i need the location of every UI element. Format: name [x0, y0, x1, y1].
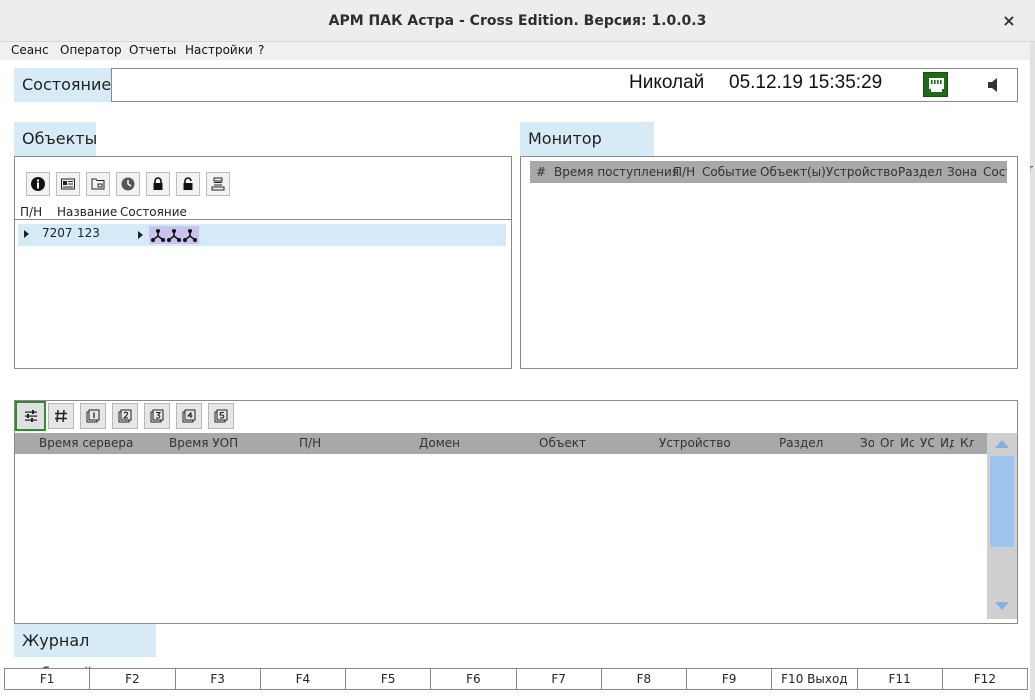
scroll-thumb[interactable] — [990, 456, 1014, 547]
f6-button[interactable]: F6 — [431, 669, 517, 689]
alarm-col-time[interactable]: Время поступления — [554, 165, 679, 179]
journal-page-1-button[interactable] — [80, 403, 106, 429]
unlock-button[interactable] — [176, 172, 200, 196]
lock-button[interactable] — [146, 172, 170, 196]
report-button[interactable] — [206, 172, 230, 196]
journal-col-object[interactable]: Объект — [539, 436, 586, 450]
object-pn: 7207 — [42, 226, 73, 240]
close-button[interactable]: × — [997, 8, 1021, 34]
page-2-icon — [118, 409, 132, 423]
journal-col-zone[interactable]: Зо — [860, 436, 874, 450]
journal-col-domain[interactable]: Домен — [419, 436, 460, 450]
f8-button[interactable]: F8 — [602, 669, 687, 689]
network-icon[interactable] — [923, 72, 948, 97]
card-button[interactable] — [56, 172, 80, 196]
current-datetime: 05.12.19 15:35:29 — [729, 72, 883, 93]
journal-col-is[interactable]: Ис — [900, 436, 914, 450]
journal-settings-button[interactable] — [15, 401, 46, 431]
objects-col-state[interactable]: Состояние — [120, 205, 187, 219]
f1-button[interactable]: F1 — [5, 669, 91, 689]
journal-page-4-button[interactable] — [176, 403, 202, 429]
f5-button[interactable]: F5 — [346, 669, 432, 689]
journal-page-2-button[interactable] — [112, 403, 138, 429]
menu-help[interactable]: ? — [258, 42, 264, 58]
info-icon — [31, 177, 45, 191]
menu-operator[interactable]: Оператор — [60, 42, 122, 58]
window-title: АРМ ПАК Астра - Cross Edition. Версия: 1… — [328, 13, 707, 29]
journal-col-server-time[interactable]: Время сервера — [39, 436, 133, 450]
alarm-col-device[interactable]: Устройство — [826, 165, 898, 179]
background-window-strip — [1030, 0, 1035, 700]
f7-button[interactable]: F7 — [517, 669, 602, 689]
objects-col-pn[interactable]: П/Н — [20, 205, 42, 219]
id-card-icon — [61, 178, 75, 190]
speaker-icon[interactable] — [985, 76, 1003, 94]
status-label: Состояние — [14, 68, 111, 102]
alarm-col-num[interactable]: # — [536, 165, 546, 179]
f11-button[interactable]: F11 — [858, 669, 943, 689]
alarm-monitor-header: # Время поступления П/Н Событие Объект(ы… — [530, 161, 1007, 183]
menu-settings[interactable]: Настройки — [185, 42, 253, 58]
journal-col-partition[interactable]: Раздел — [779, 436, 823, 450]
lock-icon — [153, 177, 163, 190]
journal-page-3-button[interactable] — [144, 403, 170, 429]
settings-sliders-icon — [24, 410, 37, 422]
journal-col-op[interactable]: Оп — [880, 436, 894, 450]
expand-arrow-icon[interactable] — [24, 230, 29, 238]
folder-button[interactable] — [86, 172, 110, 196]
page-1-icon — [86, 409, 100, 423]
journal-col-pn[interactable]: П/Н — [299, 436, 321, 450]
menu-reports[interactable]: Отчеты — [129, 42, 176, 58]
hash-icon — [55, 409, 67, 423]
objects-header-divider — [15, 219, 511, 220]
page-4-icon — [182, 409, 196, 423]
journal-col-device[interactable]: Устройство — [659, 436, 731, 450]
objects-label: Объекты — [14, 122, 97, 156]
journal-page-5-button[interactable] — [208, 403, 234, 429]
journal-col-us[interactable]: УС — [920, 436, 934, 450]
object-name: 123 — [77, 226, 100, 240]
f12-button[interactable]: F12 — [943, 669, 1027, 689]
alarm-col-state[interactable]: Сост — [983, 165, 1007, 179]
alarm-col-zone[interactable]: Зона — [947, 165, 977, 179]
alarm-col-objects[interactable]: Объект(ы) — [760, 165, 826, 179]
alarm-col-event[interactable]: Событие — [702, 165, 757, 179]
history-button[interactable] — [116, 172, 140, 196]
alarm-col-partition[interactable]: Раздел — [898, 165, 942, 179]
f9-button[interactable]: F9 — [687, 669, 773, 689]
alarm-monitor-panel — [520, 156, 1018, 369]
state-expand-arrow-icon[interactable] — [138, 231, 143, 239]
f10-exit-button[interactable]: F10 Выход — [772, 669, 858, 689]
alarm-monitor-label: Монитор тревог — [520, 122, 654, 182]
objects-col-name[interactable]: Название — [57, 205, 117, 219]
clock-icon — [121, 177, 135, 191]
partitions-state-icon — [149, 226, 199, 244]
f4-button[interactable]: F4 — [261, 669, 346, 689]
journal-hash-button[interactable] — [48, 403, 74, 429]
journal-label: Журнал событий — [14, 624, 156, 683]
f3-button[interactable]: F3 — [176, 669, 261, 689]
function-keys-bar: F1 F2 F3 F4 F5 F6 F7 F8 F9 F10 Выход F11… — [4, 668, 1028, 690]
alarm-col-pn[interactable]: П/Н — [673, 165, 695, 179]
page-5-icon — [214, 409, 228, 423]
folder-tree-icon — [91, 178, 105, 190]
journal-col-kl[interactable]: Кл — [960, 436, 974, 450]
list-check-icon — [211, 177, 225, 191]
unlock-icon — [183, 177, 193, 190]
menu-session[interactable]: Сеанс — [11, 42, 49, 58]
page-3-icon — [150, 409, 164, 423]
scroll-up-arrow-icon[interactable] — [995, 440, 1009, 448]
journal-col-id[interactable]: Ид — [940, 436, 954, 450]
journal-header: Время сервера Время УОП П/Н Домен Объект… — [15, 433, 987, 454]
f2-button[interactable]: F2 — [90, 669, 176, 689]
info-button[interactable] — [26, 172, 50, 196]
scroll-down-arrow-icon[interactable] — [995, 602, 1009, 610]
journal-col-uop-time[interactable]: Время УОП — [169, 436, 238, 450]
operator-name: Николай — [629, 72, 705, 93]
